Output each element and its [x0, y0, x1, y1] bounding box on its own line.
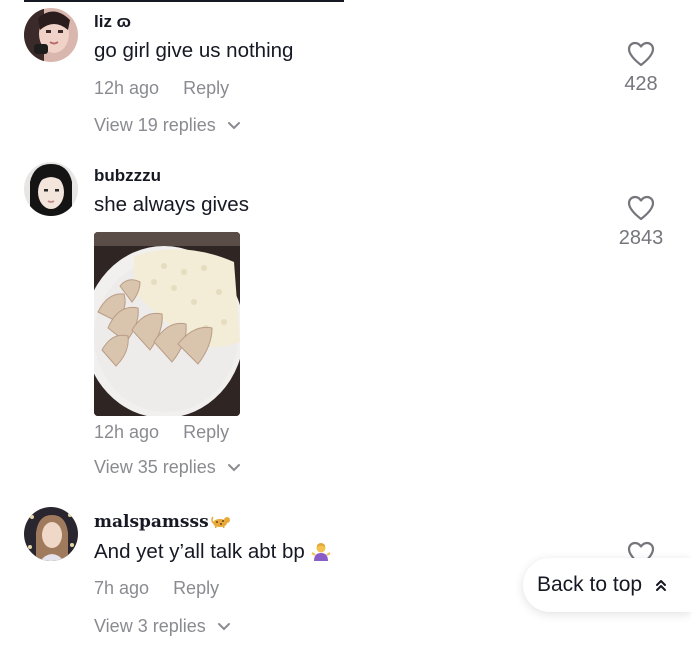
- leopard-emoji-icon: [210, 516, 230, 528]
- like-count: 2843: [618, 227, 664, 249]
- comment-meta: 12h ago Reply: [94, 76, 561, 100]
- comment-footer: 12h ago Reply View 35 replies: [94, 420, 561, 479]
- comment-text: she always gives: [94, 193, 249, 216]
- comment-meta: 12h ago Reply: [94, 420, 561, 444]
- avatar[interactable]: [24, 507, 78, 561]
- comment-text: go girl give us nothing: [94, 39, 294, 62]
- person-shrugging-emoji-icon: [311, 543, 331, 561]
- chevron-down-icon: [227, 464, 240, 472]
- reply-button[interactable]: Reply: [183, 76, 229, 100]
- reply-button[interactable]: Reply: [173, 576, 219, 600]
- back-to-top-label: Back to top: [537, 573, 643, 596]
- heart-icon[interactable]: [627, 41, 655, 67]
- view-replies-label: View 3 replies: [94, 616, 206, 636]
- avatar[interactable]: [24, 8, 78, 62]
- comment-body: liz ɷ go girl give us nothing 12h ago Re…: [94, 11, 561, 137]
- like-group: 2843: [611, 195, 671, 251]
- heart-icon[interactable]: [627, 195, 655, 221]
- comment-attachment[interactable]: [94, 232, 240, 416]
- view-replies-label: View 19 replies: [94, 115, 216, 135]
- reply-button[interactable]: Reply: [183, 420, 229, 444]
- comments-panel: liz ɷ go girl give us nothing 12h ago Re…: [0, 0, 691, 651]
- comment-username[interactable]: liz ɷ: [94, 11, 561, 33]
- back-to-top-button[interactable]: Back to top: [523, 558, 691, 612]
- comment-timestamp: 12h ago: [94, 422, 160, 442]
- avatar[interactable]: [24, 162, 78, 216]
- divider: [24, 0, 344, 2]
- view-replies-button[interactable]: View 3 replies: [94, 614, 561, 638]
- comment-username[interactable]: bubzzzu: [94, 165, 561, 187]
- avatar-photo-icon: [24, 162, 78, 216]
- comment-body: bubzzzu she always gives: [94, 165, 561, 219]
- comment-text-content: And yet y’all talk abt bp: [94, 540, 305, 563]
- comment-meta: 7h ago Reply: [94, 576, 561, 600]
- view-replies-label: View 35 replies: [94, 457, 216, 477]
- avatar-photo-icon: [24, 8, 78, 62]
- comment-timestamp: 7h ago: [94, 578, 150, 598]
- comment-timestamp: 12h ago: [94, 78, 160, 98]
- comment-body: malspamsss And yet y’all talk abt bp 7h: [94, 511, 561, 638]
- like-group: 428: [611, 41, 671, 97]
- comment-text: And yet y’all talk abt bp: [94, 538, 561, 566]
- avatar-photo-icon: [24, 507, 78, 561]
- comment-username[interactable]: malspamsss: [94, 511, 561, 533]
- food-photo-icon: [94, 232, 240, 416]
- comment-username-text: malspamsss: [94, 512, 209, 532]
- like-count: 428: [624, 73, 658, 95]
- double-chevron-up-icon: [656, 580, 667, 591]
- view-replies-button[interactable]: View 35 replies: [94, 455, 561, 479]
- chevron-down-icon: [227, 122, 240, 130]
- view-replies-button[interactable]: View 19 replies: [94, 113, 561, 137]
- chevron-down-icon: [217, 623, 230, 631]
